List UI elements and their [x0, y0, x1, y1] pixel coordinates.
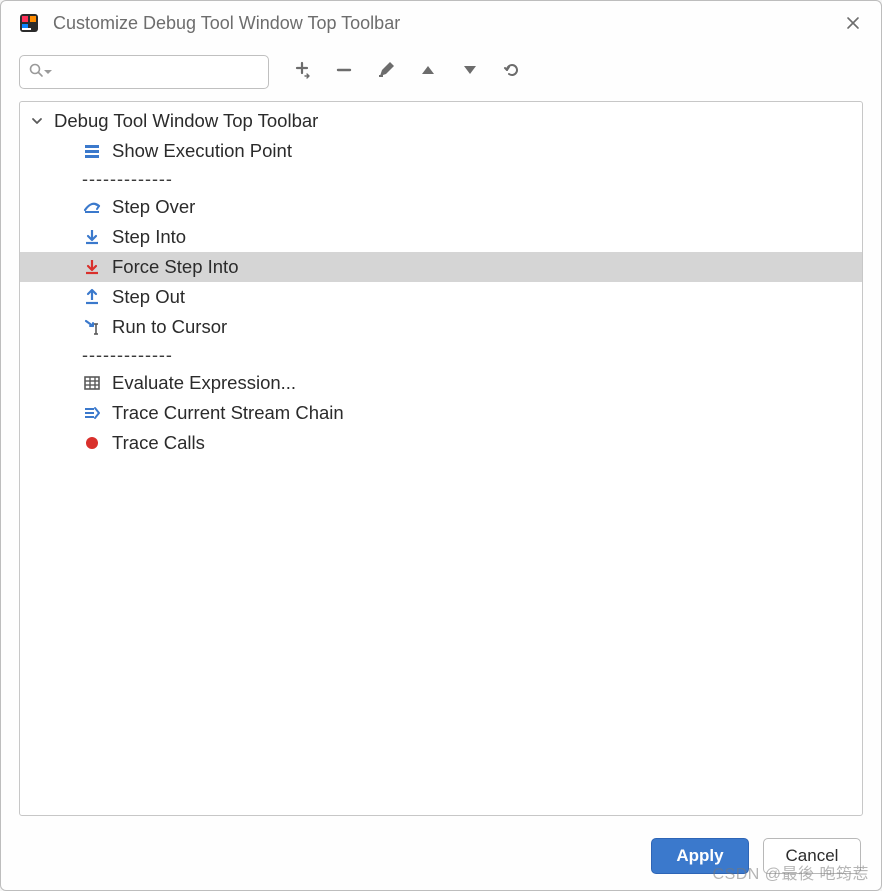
tree-item-label: Run to Cursor	[112, 316, 227, 338]
tree-item[interactable]: Step Into	[20, 222, 862, 252]
tree-item[interactable]: Step Out	[20, 282, 862, 312]
toolbar-buttons	[279, 53, 531, 91]
tree-item[interactable]: Trace Current Stream Chain	[20, 398, 862, 428]
run-to-cursor-icon	[82, 317, 102, 337]
tree-root-label: Debug Tool Window Top Toolbar	[54, 110, 318, 132]
trace-stream-icon	[82, 403, 102, 423]
step-into-icon	[82, 227, 102, 247]
triangle-up-icon	[419, 61, 437, 84]
tree-item-label: Evaluate Expression...	[112, 372, 296, 394]
add-icon	[292, 60, 312, 85]
dialog-footer: Apply Cancel	[1, 828, 881, 890]
edit-action-button[interactable]	[367, 53, 405, 91]
tree-root[interactable]: Debug Tool Window Top Toolbar	[20, 106, 862, 136]
show-execution-point-icon	[82, 141, 102, 161]
trace-calls-icon	[82, 433, 102, 453]
title-bar: Customize Debug Tool Window Top Toolbar	[1, 1, 881, 45]
apply-label: Apply	[676, 846, 723, 866]
restore-defaults-button[interactable]	[493, 53, 531, 91]
tree-item-label: Step Into	[112, 226, 186, 248]
tree-item-label: Show Execution Point	[112, 140, 292, 162]
tree-separator[interactable]: -------------	[60, 166, 862, 192]
triangle-down-icon	[461, 61, 479, 84]
step-over-icon	[82, 197, 102, 217]
move-up-button[interactable]	[409, 53, 447, 91]
close-button[interactable]	[839, 9, 867, 37]
chevron-down-icon[interactable]	[26, 110, 48, 132]
tree-item[interactable]: Step Over	[20, 192, 862, 222]
actions-tree[interactable]: Debug Tool Window Top Toolbar Show Execu…	[19, 101, 863, 816]
tree-item-label: Step Over	[112, 196, 195, 218]
tree-item-label: Force Step Into	[112, 256, 238, 278]
restore-icon	[502, 60, 522, 85]
apply-button[interactable]: Apply	[651, 838, 749, 874]
toolbar-row	[1, 45, 881, 101]
remove-icon	[334, 60, 354, 85]
tree-separator[interactable]: -------------	[60, 342, 862, 368]
tree-item[interactable]: Run to Cursor	[20, 312, 862, 342]
search-icon	[28, 62, 44, 83]
add-action-button[interactable]	[283, 53, 321, 91]
intellij-app-icon	[19, 13, 39, 33]
search-field[interactable]	[19, 55, 269, 89]
pencil-icon	[376, 60, 396, 85]
tree-item-label: Trace Calls	[112, 432, 205, 454]
step-out-icon	[82, 287, 102, 307]
tree-item[interactable]: Evaluate Expression...	[20, 368, 862, 398]
tree-item-label: Trace Current Stream Chain	[112, 402, 344, 424]
remove-action-button[interactable]	[325, 53, 363, 91]
tree-item[interactable]: Trace Calls	[20, 428, 862, 458]
tree-children: Show Execution Point ------------- Step Ov…	[20, 136, 862, 458]
evaluate-expression-icon	[82, 373, 102, 393]
cancel-button[interactable]: Cancel	[763, 838, 861, 874]
cancel-label: Cancel	[786, 846, 839, 866]
tree-item-label: Step Out	[112, 286, 185, 308]
dialog-window: Customize Debug Tool Window Top Toolbar	[0, 0, 882, 891]
dialog-title: Customize Debug Tool Window Top Toolbar	[53, 13, 400, 34]
tree-item[interactable]: Force Step Into	[20, 252, 862, 282]
search-history-icon[interactable]	[44, 68, 52, 76]
force-step-into-icon	[82, 257, 102, 277]
tree-item[interactable]: Show Execution Point	[20, 136, 862, 166]
move-down-button[interactable]	[451, 53, 489, 91]
search-input[interactable]	[56, 63, 260, 82]
